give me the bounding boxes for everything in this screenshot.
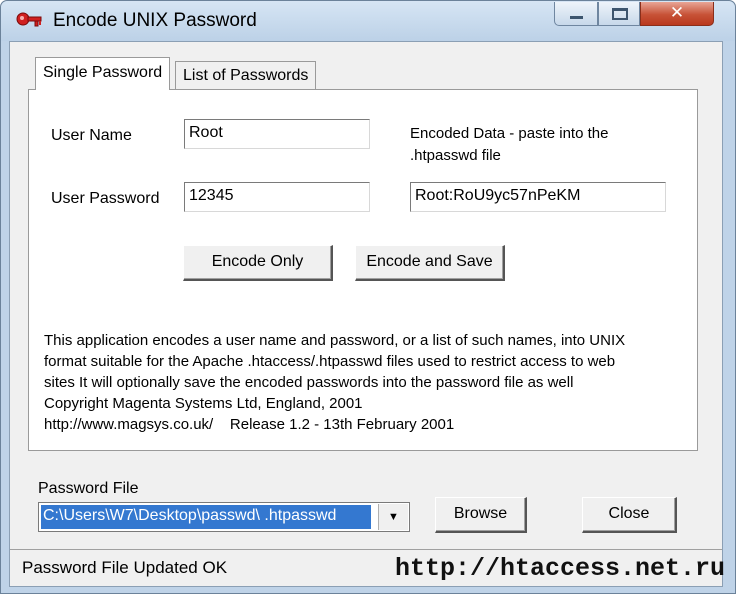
maximize-button[interactable] <box>598 2 640 26</box>
user-password-input[interactable]: 12345 <box>184 182 370 212</box>
encoded-data-output[interactable]: Root:RoU9yc57nPeKM <box>410 182 666 212</box>
encode-only-button[interactable]: Encode Only <box>183 245 333 281</box>
close-icon: ✕ <box>669 3 685 22</box>
user-name-input[interactable]: Root <box>184 119 370 149</box>
description-line: sites It will optionally save the encode… <box>44 374 574 391</box>
tab-single-password[interactable]: Single Password <box>35 57 171 90</box>
dropdown-arrow-icon[interactable]: ▼ <box>378 504 408 530</box>
password-file-label: Password File <box>38 480 139 497</box>
window-title: Encode UNIX Password <box>53 10 257 31</box>
minimize-icon <box>570 16 583 19</box>
dialog-client-area: Single Password List of Passwords User N… <box>9 41 726 587</box>
watermark-url: http://htaccess.net.ru <box>395 554 726 583</box>
password-file-path[interactable]: C:\Users\W7\Desktop\passwd\ .htpasswd <box>41 505 371 529</box>
password-file-combo[interactable]: C:\Users\W7\Desktop\passwd\ .htpasswd ▼ <box>38 502 410 532</box>
copyright-line: Copyright Magenta Systems Ltd, England, … <box>44 395 363 412</box>
key-icon <box>16 12 42 27</box>
single-password-panel: User Name Root User Password 12345 Encod… <box>28 89 698 451</box>
user-password-label: User Password <box>51 190 160 207</box>
app-window: Encode UNIX Password ✕ Single Password L… <box>0 0 736 594</box>
encoded-data-label: Encoded Data - paste into the <box>410 125 609 142</box>
status-bar: Password File Updated OK http://htaccess… <box>10 549 726 586</box>
window-close-button[interactable]: ✕ <box>640 2 714 26</box>
status-text: Password File Updated OK <box>22 558 228 577</box>
browse-button[interactable]: Browse <box>435 497 527 533</box>
maximize-icon <box>612 8 628 20</box>
encode-and-save-button[interactable]: Encode and Save <box>355 245 505 281</box>
user-name-label: User Name <box>51 127 132 144</box>
minimize-button[interactable] <box>554 2 598 26</box>
description-text: This application encodes a user name and… <box>44 330 694 435</box>
encoded-data-label-file: .htpasswd file <box>410 147 501 164</box>
description-line: format suitable for the Apache .htaccess… <box>44 353 616 370</box>
tab-list-of-passwords[interactable]: List of Passwords <box>175 61 317 90</box>
close-button[interactable]: Close <box>582 497 677 533</box>
release-line: http://www.magsys.co.uk/ Release 1.2 - 1… <box>44 416 455 433</box>
title-bar[interactable]: Encode UNIX Password ✕ <box>1 1 735 41</box>
description-line: This application encodes a user name and… <box>44 332 626 349</box>
